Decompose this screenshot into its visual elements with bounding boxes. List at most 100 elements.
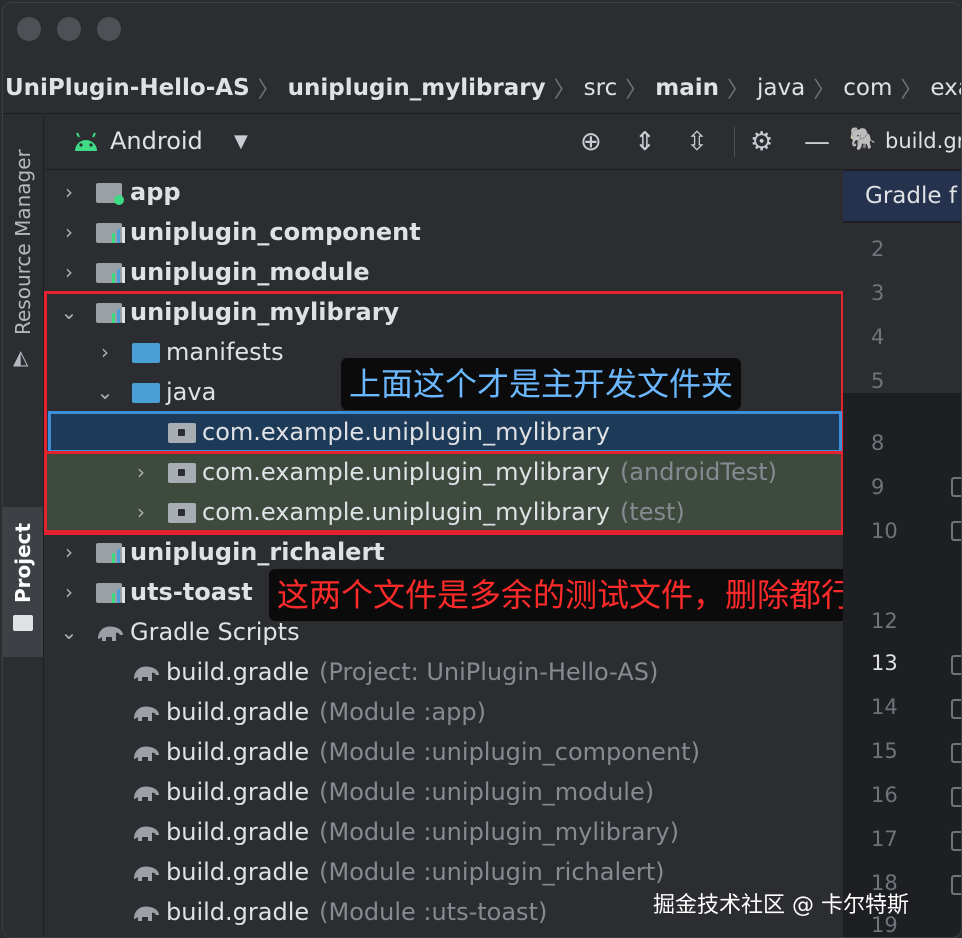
collapse-all-icon[interactable]: ⇳ bbox=[686, 127, 708, 157]
breadcrumb-item-main[interactable]: main bbox=[653, 75, 721, 101]
gradle-elephant-icon bbox=[130, 899, 162, 925]
tree-label-suffix: (Project: UniPlugin-Hello-AS) bbox=[319, 658, 659, 686]
project-panel-header: Android ▼ ⊕ ⇕ ⇳ ⚙ — bbox=[44, 115, 842, 170]
line-number: 17 bbox=[871, 827, 898, 851]
gear-icon[interactable]: ⚙ bbox=[750, 127, 773, 157]
library-module-icon bbox=[94, 219, 126, 245]
tool-window-strip: Resource Manager ◭ Project bbox=[3, 115, 44, 937]
line-number: 9 bbox=[871, 475, 885, 499]
chevron-right-icon: 〉 bbox=[553, 78, 576, 103]
tree-label: uniplugin_richalert bbox=[130, 538, 385, 566]
line-number: 4 bbox=[871, 325, 885, 349]
tree-row-app[interactable]: › app bbox=[44, 172, 842, 212]
tree-row-gradle-file[interactable]: build.gradle (Project: UniPlugin-Hello-A… bbox=[44, 652, 842, 692]
breadcrumb-item-module[interactable]: uniplugin_mylibrary bbox=[286, 75, 548, 101]
editor-tab[interactable]: 🐘 build.gr bbox=[843, 115, 961, 170]
view-mode-selector[interactable]: Android bbox=[110, 127, 203, 155]
toolbar-divider bbox=[734, 127, 735, 157]
gradle-elephant-icon bbox=[130, 659, 162, 685]
tree-label: uniplugin_component bbox=[130, 218, 421, 246]
tree-label: build.gradle bbox=[166, 778, 310, 806]
minimize-window-button[interactable] bbox=[57, 17, 81, 41]
tree-label-suffix: (Module :uniplugin_component) bbox=[319, 738, 700, 766]
fold-marker-icon[interactable] bbox=[951, 477, 961, 497]
line-number: 12 bbox=[871, 609, 898, 633]
tree-label-suffix: (Module :uniplugin_richalert) bbox=[319, 858, 665, 886]
fold-marker-icon[interactable] bbox=[951, 655, 961, 675]
breadcrumb-item-java[interactable]: java bbox=[755, 75, 807, 101]
gradle-elephant-icon bbox=[130, 859, 162, 885]
chevron-right-icon: 〉 bbox=[727, 78, 750, 103]
tree-label: app bbox=[130, 178, 181, 206]
breadcrumb-item-src[interactable]: src bbox=[582, 75, 620, 101]
tree-row-uniplugin-component[interactable]: › uniplugin_component bbox=[44, 212, 842, 252]
tree-row-uniplugin-module[interactable]: › uniplugin_module bbox=[44, 252, 842, 292]
chevron-right-icon: 〉 bbox=[257, 78, 280, 103]
hide-panel-icon[interactable]: — bbox=[804, 127, 830, 157]
android-icon bbox=[75, 132, 97, 151]
breadcrumb-item-com[interactable]: com bbox=[841, 75, 894, 101]
chevron-down-icon[interactable]: ⌄ bbox=[58, 620, 80, 644]
chevron-right-icon[interactable]: › bbox=[58, 180, 80, 204]
tree-row-gradle-file[interactable]: build.gradle (Module :uniplugin_componen… bbox=[44, 732, 842, 772]
project-tab[interactable]: Project bbox=[11, 523, 35, 603]
locate-file-icon[interactable]: ⊕ bbox=[580, 127, 602, 157]
tree-label-suffix: (Module :uniplugin_mylibrary) bbox=[319, 818, 679, 846]
fold-marker-icon[interactable] bbox=[951, 743, 961, 763]
gradle-banner-text: Gradle f bbox=[865, 183, 957, 209]
library-module-icon bbox=[94, 539, 126, 565]
editor-gutter-overlay bbox=[843, 223, 961, 393]
gradle-elephant-icon bbox=[130, 739, 162, 765]
annotation-test-note: 这两个文件是多余的测试文件，删除都行 bbox=[269, 569, 862, 621]
tree-label: build.gradle bbox=[166, 738, 310, 766]
chevron-right-icon: 〉 bbox=[900, 78, 923, 103]
chevron-right-icon[interactable]: › bbox=[58, 220, 80, 244]
fold-marker-icon[interactable] bbox=[951, 699, 961, 719]
tree-label: build.gradle bbox=[166, 698, 310, 726]
line-number: 14 bbox=[871, 695, 898, 719]
fold-marker-icon[interactable] bbox=[951, 787, 961, 807]
chevron-right-icon[interactable]: › bbox=[58, 540, 80, 564]
tree-row-gradle-file[interactable]: build.gradle (Module :app) bbox=[44, 692, 842, 732]
zoom-window-button[interactable] bbox=[97, 17, 121, 41]
chevron-right-icon[interactable]: › bbox=[58, 580, 80, 604]
gradle-elephant-icon bbox=[130, 779, 162, 805]
line-number: 2 bbox=[871, 237, 885, 261]
expand-all-icon[interactable]: ⇕ bbox=[634, 127, 656, 157]
close-window-button[interactable] bbox=[17, 17, 41, 41]
line-number: 15 bbox=[871, 739, 898, 763]
tree-row-gradle-file[interactable]: build.gradle (Module :uniplugin_richaler… bbox=[44, 852, 842, 892]
tree-row-uniplugin-richalert[interactable]: › uniplugin_richalert bbox=[44, 532, 842, 572]
resource-manager-icon: ◭ bbox=[13, 345, 29, 369]
annotation-box-main-package bbox=[48, 411, 842, 453]
breadcrumb-item-project[interactable]: UniPlugin-Hello-AS bbox=[3, 75, 252, 101]
line-number: 3 bbox=[871, 281, 885, 305]
fold-marker-icon[interactable] bbox=[951, 831, 961, 851]
fold-marker-icon[interactable] bbox=[951, 875, 961, 895]
tree-label: build.gradle bbox=[166, 818, 310, 846]
chevron-right-icon[interactable]: › bbox=[58, 260, 80, 284]
line-number: 16 bbox=[871, 783, 898, 807]
tree-label-suffix: (Module :uts-toast) bbox=[319, 898, 548, 926]
title-bar bbox=[3, 3, 961, 55]
tree-label: Gradle Scripts bbox=[130, 618, 300, 646]
chevron-down-icon[interactable]: ▼ bbox=[234, 131, 248, 152]
breadcrumb: UniPlugin-Hello-AS 〉 uniplugin_mylibrary… bbox=[3, 63, 961, 114]
library-module-icon bbox=[94, 579, 126, 605]
project-folder-icon bbox=[13, 615, 33, 631]
tree-label-suffix: (Module :app) bbox=[319, 698, 487, 726]
tree-label: build.gradle bbox=[166, 858, 310, 886]
line-number: 5 bbox=[871, 369, 885, 393]
library-module-icon bbox=[94, 259, 126, 285]
tree-row-gradle-file[interactable]: build.gradle (Module :uniplugin_mylibrar… bbox=[44, 812, 842, 852]
tree-row-gradle-file[interactable]: build.gradle (Module :uniplugin_module) bbox=[44, 772, 842, 812]
annotation-main-note: 上面这个才是主开发文件夹 bbox=[341, 358, 742, 410]
resource-manager-tab[interactable]: Resource Manager bbox=[11, 149, 35, 335]
breadcrumb-item-example[interactable]: example bbox=[928, 75, 961, 101]
chevron-right-icon: 〉 bbox=[813, 78, 836, 103]
fold-marker-icon[interactable] bbox=[951, 521, 961, 541]
gradle-elephant-icon bbox=[130, 699, 162, 725]
gradle-elephant-icon bbox=[130, 819, 162, 845]
watermark: 掘金技术社区 @ 卡尔特斯 bbox=[653, 893, 909, 918]
tree-label: build.gradle bbox=[166, 658, 310, 686]
